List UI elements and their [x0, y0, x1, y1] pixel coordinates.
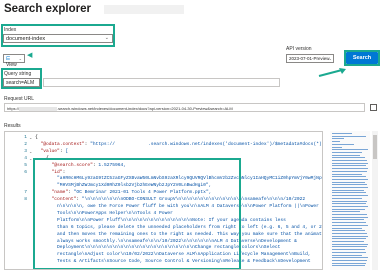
line-number: 4 [24, 155, 27, 161]
minimap-line [332, 168, 368, 170]
code-line: "value": [ [40, 148, 69, 154]
query-input-extended[interactable] [43, 78, 280, 87]
minimap-line [332, 200, 367, 202]
line-number: 6 [24, 169, 27, 175]
redacted-service-name [19, 106, 58, 111]
minimap-line [332, 224, 368, 226]
minimap-line [332, 173, 362, 175]
index-dropdown[interactable]: document-index ⌄ [3, 34, 113, 43]
minimap-line [332, 195, 368, 197]
minimap-line [332, 232, 367, 234]
minimap-line [332, 165, 366, 167]
minimap-line [332, 241, 364, 242]
scroll-thumb[interactable] [373, 135, 377, 159]
fold-chevron-icon[interactable]: ⌄ [29, 156, 32, 161]
minimap-line [332, 227, 362, 229]
minimap-line [332, 265, 365, 267]
chevron-down-icon: ⌄ [328, 56, 332, 61]
minimap-line [332, 197, 362, 199]
query-label: Query string [4, 71, 32, 77]
minimap-line [332, 230, 365, 232]
chevron-down-icon: ⌄ [18, 56, 22, 61]
api-version-selected: 2023-07-01-Preview [289, 56, 330, 61]
results-minimap[interactable] [330, 131, 370, 270]
minimap-line [332, 214, 367, 215]
redacted-service-name [104, 5, 184, 14]
arrow-icon [318, 68, 346, 77]
line-number: 2 [24, 141, 27, 147]
results-label: Results [4, 123, 21, 129]
minimap-line [332, 149, 368, 151]
minimap-line [332, 246, 367, 248]
line-number: 8 [24, 197, 27, 203]
minimap-line [332, 205, 368, 207]
request-url-label: Request URL [4, 96, 35, 102]
minimap-line [332, 151, 362, 153]
minimap-line [332, 176, 366, 178]
minimap-line [332, 259, 367, 261]
copy-icon[interactable] [370, 104, 377, 111]
minimap-line [332, 160, 367, 161]
minimap-line [332, 216, 368, 218]
api-version-dropdown[interactable]: 2023-07-01-Preview ⌄ [286, 54, 334, 63]
arrow-icon: ◀ [27, 52, 33, 59]
minimap-line [332, 189, 364, 191]
request-url-prefix: https:// [7, 106, 20, 111]
minimap-line [332, 157, 365, 159]
minimap-line [332, 178, 368, 180]
view-dropdown[interactable]: ⋿ View ⌄ [3, 54, 25, 68]
page-title: Search explorer [4, 3, 91, 15]
minimap-line [332, 243, 368, 245]
minimap-line [332, 154, 360, 156]
chevron-down-icon: ⌄ [104, 35, 109, 41]
minimap-line [332, 141, 340, 143]
minimap-line [332, 235, 368, 237]
minimap-line [332, 133, 352, 134]
minimap-line [332, 262, 366, 264]
minimap-line [332, 222, 366, 224]
minimap-line [332, 254, 362, 256]
minimap-line [332, 211, 360, 213]
minimap-line [332, 249, 365, 251]
line-number: 3 [24, 148, 27, 154]
fold-chevron-icon[interactable]: ⌄ [29, 135, 32, 140]
search-button[interactable]: Search [346, 52, 378, 64]
minimap-line [332, 146, 342, 148]
results-scrollbar[interactable] [372, 131, 378, 270]
index-selected-value: document-index [6, 36, 46, 42]
minimap-line [332, 251, 366, 253]
index-label: Index [4, 27, 17, 33]
minimap-line [332, 135, 366, 137]
result-highlight-box [33, 158, 241, 269]
minimap-line [332, 170, 367, 172]
minimap-line [332, 208, 365, 210]
code-line: { [35, 135, 38, 140]
minimap-line [332, 143, 354, 145]
api-version-label: API version [286, 46, 312, 52]
line-number: 7 [24, 190, 27, 196]
minimap-line [332, 187, 368, 188]
minimap-line [332, 138, 344, 140]
minimap-line [332, 184, 367, 186]
minimap-line [332, 181, 365, 183]
request-url-rest: .search.windows.net/indexes/document-ind… [57, 106, 233, 111]
minimap-line [332, 257, 368, 259]
code-line: "@odata.context": "https:// .search.wind… [40, 141, 323, 147]
minimap-line [332, 203, 366, 205]
fold-chevron-icon[interactable]: ⌄ [29, 149, 32, 154]
line-number: 1 [24, 135, 27, 140]
minimap-line [332, 238, 366, 240]
request-url-field[interactable]: https:// .search.windows.net/indexes/docu… [4, 103, 365, 112]
query-input[interactable]: search=ALM [3, 78, 40, 87]
minimap-line [332, 219, 364, 221]
minimap-line [332, 162, 368, 164]
line-number: 5 [24, 162, 27, 168]
results-editor[interactable]: 1 ⌄{2 "@odata.context": "https:// .search… [4, 131, 323, 270]
minimap-line [332, 192, 366, 194]
